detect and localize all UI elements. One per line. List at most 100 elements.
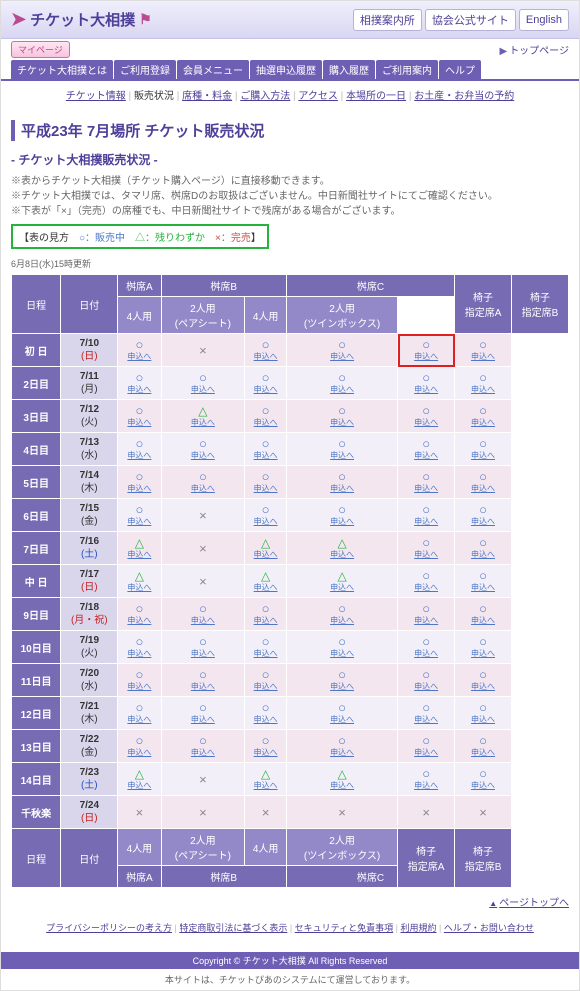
apply-link[interactable]: 申込へ	[164, 450, 243, 461]
nav-3[interactable]: ご購入方法	[240, 91, 290, 102]
status-cell[interactable]: △申込へ	[286, 565, 397, 598]
status-cell[interactable]: ○申込へ	[398, 631, 455, 664]
footer-link-3[interactable]: 利用規約	[400, 923, 436, 933]
status-cell[interactable]: ○申込へ	[245, 334, 287, 367]
nav-6[interactable]: お土産・お弁当の予約	[414, 91, 514, 102]
apply-link[interactable]: 申込へ	[457, 417, 509, 428]
apply-link[interactable]: 申込へ	[400, 483, 452, 494]
status-cell[interactable]: ○申込へ	[455, 367, 512, 400]
status-cell[interactable]: ○申込へ	[455, 664, 512, 697]
sumo-info-button[interactable]: 相撲案内所	[353, 9, 422, 31]
status-cell[interactable]: ○申込へ	[398, 763, 455, 796]
apply-link[interactable]: 申込へ	[400, 714, 452, 725]
status-cell[interactable]: ○申込へ	[286, 466, 397, 499]
tab-2[interactable]: 会員メニュー	[177, 60, 249, 79]
apply-link[interactable]: 申込へ	[120, 417, 158, 428]
status-cell[interactable]: ○申込へ	[398, 499, 455, 532]
apply-link[interactable]: 申込へ	[164, 615, 243, 626]
status-cell[interactable]: ○申込へ	[118, 466, 161, 499]
status-cell[interactable]: △申込へ	[286, 532, 397, 565]
status-cell[interactable]: ○申込へ	[398, 598, 455, 631]
apply-link[interactable]: 申込へ	[164, 483, 243, 494]
apply-link[interactable]: 申込へ	[289, 747, 395, 758]
apply-link[interactable]: 申込へ	[457, 780, 509, 791]
status-cell[interactable]: ○申込へ	[245, 664, 287, 697]
logo[interactable]: ➤チケット大相撲⚑	[11, 9, 152, 30]
apply-link[interactable]: 申込へ	[289, 582, 395, 593]
status-cell[interactable]: ○申込へ	[455, 763, 512, 796]
status-cell[interactable]: ○申込へ	[398, 697, 455, 730]
status-cell[interactable]: ○申込へ	[245, 433, 287, 466]
status-cell[interactable]: ○申込へ	[245, 466, 287, 499]
status-cell[interactable]: ○申込へ	[118, 598, 161, 631]
apply-link[interactable]: 申込へ	[247, 648, 284, 659]
apply-link[interactable]: 申込へ	[457, 615, 509, 626]
apply-link[interactable]: 申込へ	[289, 549, 395, 560]
apply-link[interactable]: 申込へ	[120, 681, 158, 692]
apply-link[interactable]: 申込へ	[400, 351, 452, 362]
apply-link[interactable]: 申込へ	[289, 384, 395, 395]
status-cell[interactable]: ○申込へ	[398, 730, 455, 763]
status-cell[interactable]: △申込へ	[245, 532, 287, 565]
apply-link[interactable]: 申込へ	[120, 582, 158, 593]
status-cell[interactable]: ○申込へ	[286, 433, 397, 466]
apply-link[interactable]: 申込へ	[120, 351, 158, 362]
status-cell[interactable]: ○申込へ	[245, 730, 287, 763]
footer-link-2[interactable]: セキュリティと免責事項	[295, 923, 393, 933]
apply-link[interactable]: 申込へ	[164, 384, 243, 395]
status-cell[interactable]: ○申込へ	[455, 334, 512, 367]
apply-link[interactable]: 申込へ	[289, 648, 395, 659]
status-cell[interactable]: ○申込へ	[455, 532, 512, 565]
status-cell[interactable]: ○申込へ	[161, 730, 245, 763]
status-cell[interactable]: ○申込へ	[455, 433, 512, 466]
status-cell[interactable]: ○申込へ	[286, 367, 397, 400]
status-cell[interactable]: ○申込へ	[118, 730, 161, 763]
apply-link[interactable]: 申込へ	[457, 384, 509, 395]
apply-link[interactable]: 申込へ	[400, 681, 452, 692]
apply-link[interactable]: 申込へ	[247, 582, 284, 593]
status-cell[interactable]: ○申込へ	[161, 466, 245, 499]
apply-link[interactable]: 申込へ	[457, 648, 509, 659]
apply-link[interactable]: 申込へ	[400, 648, 452, 659]
status-cell[interactable]: ○申込へ	[455, 466, 512, 499]
status-cell[interactable]: ○申込へ	[455, 565, 512, 598]
apply-link[interactable]: 申込へ	[400, 747, 452, 758]
status-cell[interactable]: ○申込へ	[286, 499, 397, 532]
status-cell[interactable]: ○申込へ	[398, 367, 455, 400]
status-cell[interactable]: △申込へ	[118, 565, 161, 598]
footer-link-1[interactable]: 特定商取引法に基づく表示	[179, 923, 287, 933]
apply-link[interactable]: 申込へ	[120, 714, 158, 725]
apply-link[interactable]: 申込へ	[120, 450, 158, 461]
apply-link[interactable]: 申込へ	[247, 615, 284, 626]
apply-link[interactable]: 申込へ	[400, 384, 452, 395]
status-cell[interactable]: ○申込へ	[455, 598, 512, 631]
status-cell[interactable]: ○申込へ	[245, 631, 287, 664]
apply-link[interactable]: 申込へ	[247, 450, 284, 461]
apply-link[interactable]: 申込へ	[247, 483, 284, 494]
apply-link[interactable]: 申込へ	[247, 747, 284, 758]
apply-link[interactable]: 申込へ	[247, 714, 284, 725]
apply-link[interactable]: 申込へ	[457, 714, 509, 725]
status-cell[interactable]: ○申込へ	[455, 730, 512, 763]
apply-link[interactable]: 申込へ	[400, 549, 452, 560]
status-cell[interactable]: ○申込へ	[455, 400, 512, 433]
nav-4[interactable]: アクセス	[298, 91, 338, 102]
apply-link[interactable]: 申込へ	[400, 450, 452, 461]
status-cell[interactable]: △申込へ	[118, 532, 161, 565]
apply-link[interactable]: 申込へ	[164, 417, 243, 428]
status-cell[interactable]: ○申込へ	[118, 400, 161, 433]
status-cell[interactable]: ○申込へ	[161, 631, 245, 664]
status-cell[interactable]: ○申込へ	[398, 433, 455, 466]
status-cell[interactable]: ○申込へ	[286, 730, 397, 763]
status-cell[interactable]: ○申込へ	[286, 631, 397, 664]
tab-0[interactable]: チケット大相撲とは	[11, 60, 113, 79]
nav-0[interactable]: チケット情報	[66, 91, 126, 102]
status-cell[interactable]: ○申込へ	[245, 697, 287, 730]
apply-link[interactable]: 申込へ	[120, 648, 158, 659]
apply-link[interactable]: 申込へ	[457, 681, 509, 692]
apply-link[interactable]: 申込へ	[120, 615, 158, 626]
apply-link[interactable]: 申込へ	[247, 384, 284, 395]
footer-link-0[interactable]: プライバシーポリシーの考え方	[46, 923, 172, 933]
apply-link[interactable]: 申込へ	[120, 483, 158, 494]
status-cell[interactable]: △申込へ	[161, 400, 245, 433]
